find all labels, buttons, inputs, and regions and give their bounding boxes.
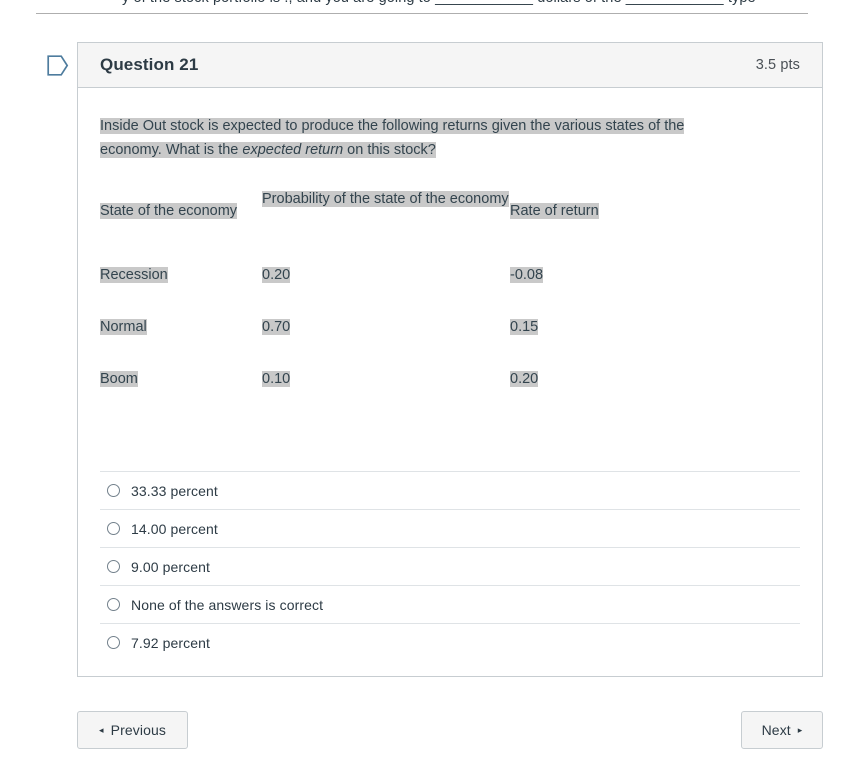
returns-table: State of the economy Probability of the … xyxy=(100,187,800,419)
radio-button-icon[interactable] xyxy=(107,560,120,573)
table-row: Boom 0.10 0.20 xyxy=(100,367,800,419)
answer-option[interactable]: 7.92 percent xyxy=(100,623,800,661)
cell-rate: -0.08 xyxy=(510,267,544,283)
answer-option-label: 14.00 percent xyxy=(131,520,218,537)
question-header: Question 21 3.5 pts xyxy=(78,43,822,88)
cell-rate: 0.15 xyxy=(510,319,539,335)
radio-button-icon[interactable] xyxy=(107,636,120,649)
horizontal-divider xyxy=(36,13,808,14)
table-header-row: State of the economy Probability of the … xyxy=(100,187,800,263)
table-header-rate: Rate of return xyxy=(510,203,599,219)
question-body: Inside Out stock is expected to produce … xyxy=(78,88,822,471)
truncated-text-strip: y of the stock portfolio is ., and you a… xyxy=(0,0,844,14)
previous-button-label: Previous xyxy=(110,722,166,738)
cell-state: Boom xyxy=(100,371,138,387)
answer-option[interactable]: 33.33 percent xyxy=(100,471,800,509)
answer-option-label: 33.33 percent xyxy=(131,482,218,499)
answer-option[interactable]: 9.00 percent xyxy=(100,547,800,585)
truncated-text-content: y of the stock portfolio is ., and you a… xyxy=(122,0,756,6)
table-row: Recession 0.20 -0.08 xyxy=(100,263,800,315)
answer-option-label: None of the answers is correct xyxy=(131,596,324,613)
radio-button-icon[interactable] xyxy=(107,522,120,535)
next-button-label: Next xyxy=(761,722,791,738)
question-prompt-emphasis: expected return xyxy=(242,142,344,158)
truncated-text: y of the stock portfolio is ., and you a… xyxy=(122,0,762,7)
cell-state: Recession xyxy=(100,267,168,283)
table-header-probability: Probability of the state of the economy xyxy=(262,191,509,207)
question-points: 3.5 pts xyxy=(755,57,800,73)
arrow-left-icon: ◂ xyxy=(99,724,104,735)
answer-option[interactable]: None of the answers is correct xyxy=(100,585,800,623)
cell-rate: 0.20 xyxy=(510,371,539,387)
question-prompt-part2: on this stock? xyxy=(343,142,436,158)
table-header-state: State of the economy xyxy=(100,203,238,219)
cell-probability: 0.70 xyxy=(262,319,291,335)
question-card: Question 21 3.5 pts Inside Out stock is … xyxy=(77,42,823,677)
previous-button[interactable]: ◂ Previous xyxy=(77,711,188,749)
flag-icon[interactable] xyxy=(47,55,69,76)
next-button[interactable]: Next ▸ xyxy=(741,711,823,749)
answer-option-label: 7.92 percent xyxy=(131,634,211,651)
arrow-right-icon: ▸ xyxy=(797,724,803,735)
question-title: Question 21 xyxy=(100,55,199,74)
answer-options-list: 33.33 percent 14.00 percent 9.00 percent… xyxy=(100,471,800,661)
cell-state: Normal xyxy=(100,319,147,335)
radio-button-icon[interactable] xyxy=(107,484,120,497)
answer-option-label: 9.00 percent xyxy=(131,558,211,575)
table-row: Normal 0.70 0.15 xyxy=(100,315,800,367)
radio-button-icon[interactable] xyxy=(107,598,120,611)
answer-option[interactable]: 14.00 percent xyxy=(100,509,800,547)
cell-probability: 0.20 xyxy=(262,267,291,283)
cell-probability: 0.10 xyxy=(262,371,291,387)
quiz-navigation: ◂ Previous Next ▸ xyxy=(77,711,823,749)
question-prompt: Inside Out stock is expected to produce … xyxy=(100,114,748,162)
